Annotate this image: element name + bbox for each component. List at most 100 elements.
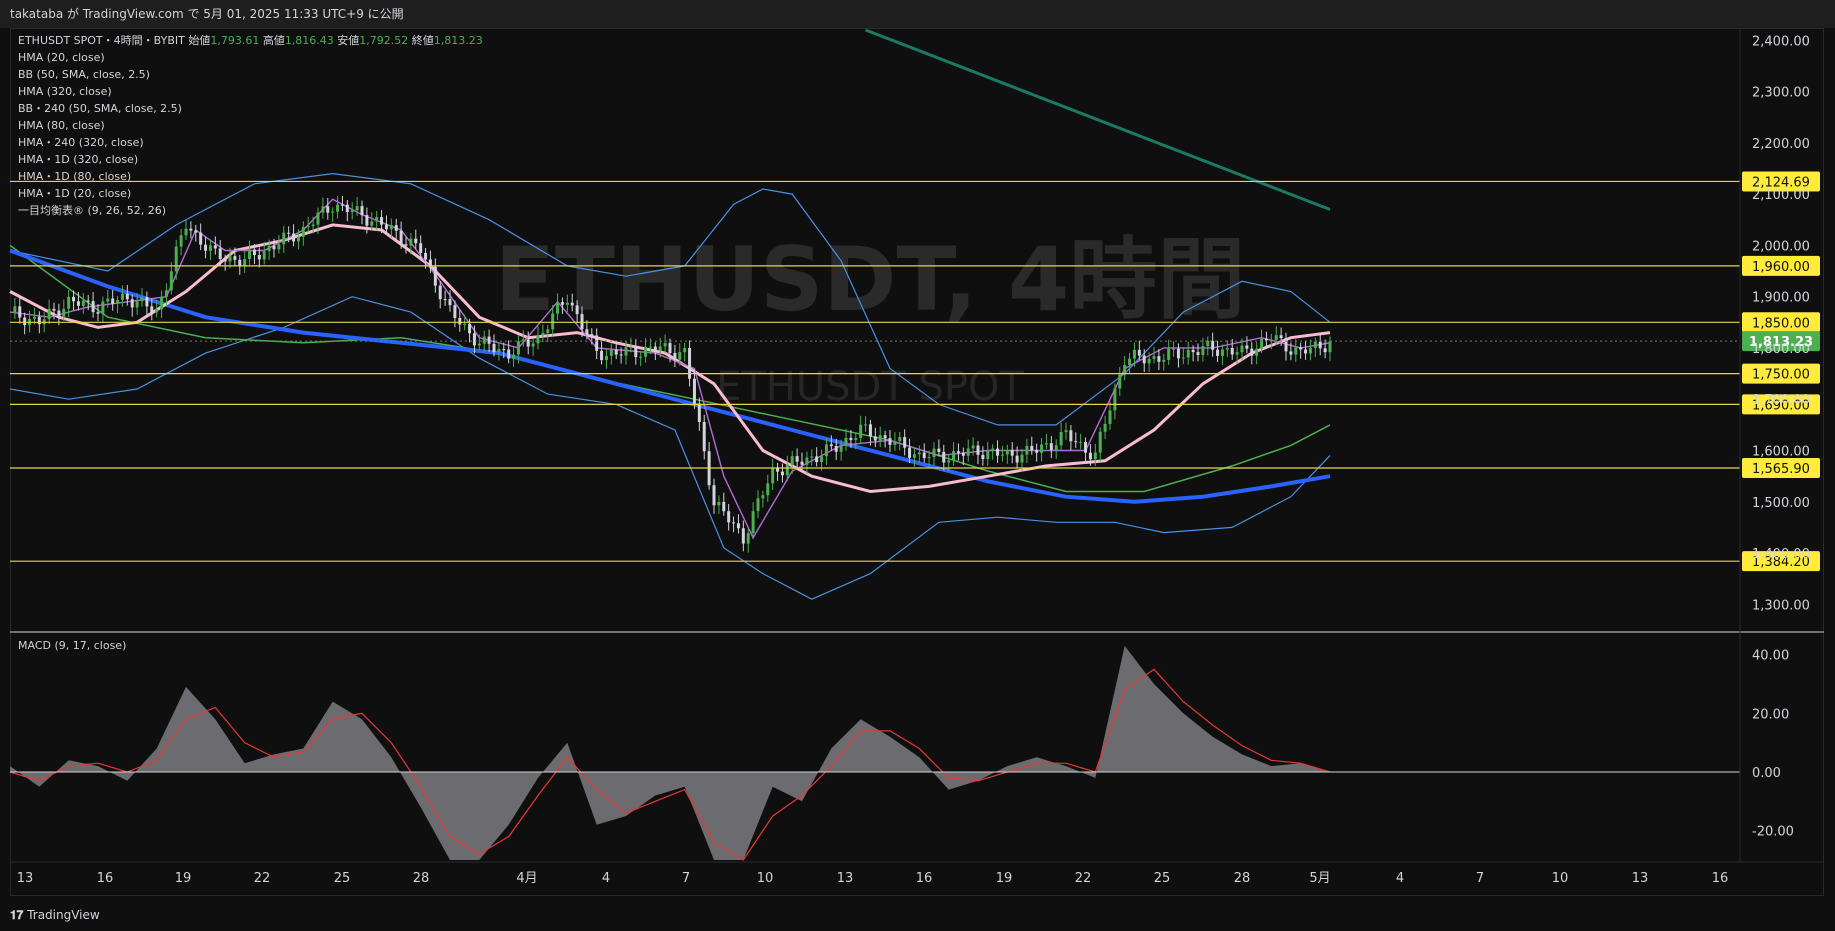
candle-body <box>1201 346 1205 355</box>
candle-body <box>101 301 105 314</box>
candle-body <box>644 346 648 357</box>
candle-body <box>296 236 300 242</box>
indicator-2[interactable]: HMA (320, close) <box>18 83 483 100</box>
candle-body <box>1059 431 1063 446</box>
candle-body <box>394 225 398 231</box>
candle-body <box>252 249 256 255</box>
brand-text[interactable]: TradingView <box>27 908 100 922</box>
candle-body <box>1020 454 1024 463</box>
candle-body <box>570 302 574 306</box>
candle-body <box>174 246 178 272</box>
candle-body <box>213 245 217 249</box>
y-tick-label: 1,700.00 <box>1752 393 1810 408</box>
candle-body <box>526 339 530 347</box>
indicator-6[interactable]: HMA・1D (320, close) <box>18 151 483 168</box>
candle-body <box>1157 356 1161 362</box>
macd-label[interactable]: MACD (9, 17, close) <box>18 639 126 652</box>
candle-body <box>536 335 540 344</box>
candle-body <box>424 252 428 260</box>
indicator-4[interactable]: HMA (80, close) <box>18 117 483 134</box>
candle-body <box>1147 358 1151 364</box>
candle-body <box>521 339 525 342</box>
candle-body <box>1044 443 1048 445</box>
candle-body <box>966 448 970 456</box>
x-tick-label: 19 <box>996 871 1013 886</box>
high-value: 1,816.43 <box>284 34 334 47</box>
candle-body <box>272 245 276 250</box>
candle-body <box>116 299 120 304</box>
candle-body <box>1132 349 1136 359</box>
candle-body <box>458 317 462 325</box>
candle-body <box>267 245 271 252</box>
candle-body <box>653 346 657 351</box>
candle-body <box>956 451 960 453</box>
candle-body <box>717 501 721 506</box>
indicator-1[interactable]: BB (50, SMA, close, 2.5) <box>18 66 483 83</box>
candle-body <box>927 456 931 459</box>
candle-body <box>595 335 599 351</box>
candle-body <box>917 452 921 455</box>
candle-body <box>751 511 755 534</box>
candle-body <box>903 437 907 448</box>
candle-body <box>1064 430 1068 432</box>
candle-body <box>727 511 731 523</box>
candle-body <box>81 300 85 306</box>
candle-body <box>507 349 511 359</box>
candle-body <box>160 296 164 310</box>
macd-tick-label: 0.00 <box>1752 766 1781 781</box>
candle-body <box>248 249 252 260</box>
candle-body <box>971 445 975 449</box>
candle-body <box>409 238 413 246</box>
candle-body <box>204 244 208 251</box>
y-tick-label: 1,400.00 <box>1752 547 1810 562</box>
candle-body <box>585 329 589 335</box>
x-tick-label: 13 <box>17 871 34 886</box>
candle-body <box>609 349 613 356</box>
candle-body <box>942 451 946 463</box>
candle-body <box>937 448 941 452</box>
candle-body <box>746 533 750 544</box>
candle-body <box>888 438 892 445</box>
indicator-3[interactable]: BB・240 (50, SMA, close, 2.5) <box>18 100 483 117</box>
legend-head: ETHUSDT SPOT・4時間・BYBIT 始値1,793.61 高値1,81… <box>18 32 483 49</box>
candle-body <box>981 454 985 460</box>
candle-body <box>37 316 41 325</box>
indicator-8[interactable]: HMA・1D (20, close) <box>18 185 483 202</box>
legend: ETHUSDT SPOT・4時間・BYBIT 始値1,793.61 高値1,81… <box>18 32 483 219</box>
candle-body <box>839 445 843 452</box>
candle-body <box>62 308 66 317</box>
teal-trend-line <box>865 28 1331 211</box>
candle-body <box>218 248 222 259</box>
candle-body <box>1084 441 1088 453</box>
candle-body <box>1088 452 1092 460</box>
candle-body <box>829 444 833 447</box>
candle-body <box>1137 349 1141 356</box>
candle-body <box>292 233 296 242</box>
candle-body <box>433 266 437 286</box>
indicator-5[interactable]: HMA・240 (320, close) <box>18 134 483 151</box>
candle-body <box>194 230 198 233</box>
tradingview-logo-icon: 𝟏𝟕 <box>10 908 24 922</box>
candle-body <box>624 347 628 356</box>
x-tick-label: 25 <box>1154 871 1171 886</box>
macd-histogram <box>10 645 1330 860</box>
indicator-0[interactable]: HMA (20, close) <box>18 49 483 66</box>
x-tick-label: 25 <box>334 871 351 886</box>
indicator-9[interactable]: 一目均衡表® (9, 26, 52, 26) <box>18 202 483 219</box>
x-tick-label: 7 <box>682 871 690 886</box>
candle-body <box>824 444 828 457</box>
candle-body <box>790 456 794 465</box>
candle-body <box>658 346 662 351</box>
candle-body <box>575 305 579 315</box>
candle-body <box>150 306 154 313</box>
candle-body <box>184 228 188 236</box>
candle-body <box>164 290 168 297</box>
candle-body <box>996 448 1000 456</box>
x-tick-label: 16 <box>916 871 933 886</box>
candle-body <box>634 346 638 358</box>
candle-body <box>13 306 17 313</box>
candle-body <box>453 305 457 318</box>
candle-body <box>1074 441 1078 443</box>
indicator-7[interactable]: HMA・1D (80, close) <box>18 168 483 185</box>
candle-body <box>898 437 902 442</box>
